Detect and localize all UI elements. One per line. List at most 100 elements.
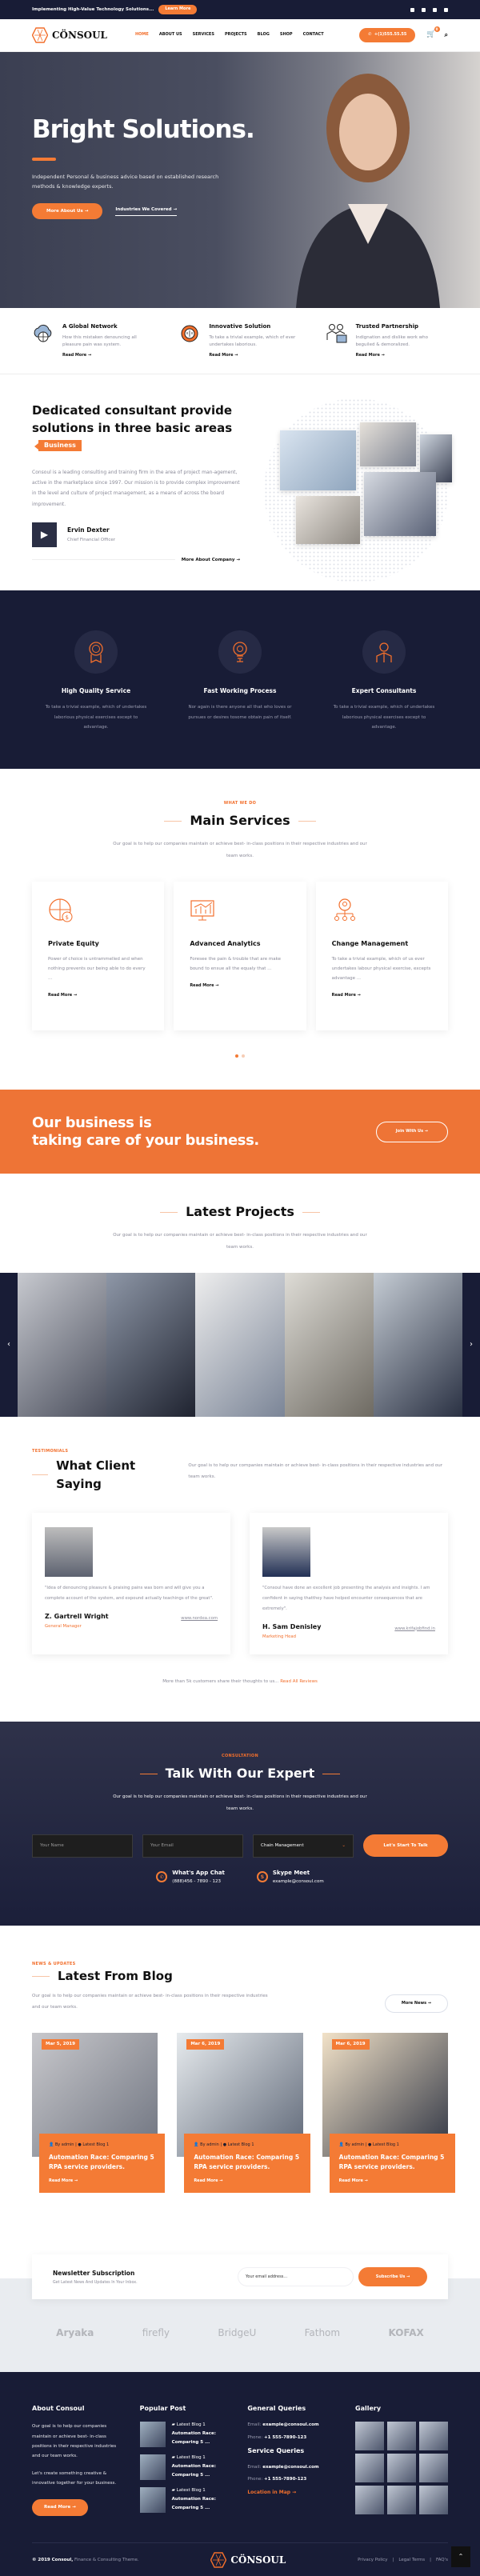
- footer-read-more-button[interactable]: Read More →: [32, 2499, 88, 2516]
- email-input[interactable]: Your Email: [142, 1834, 243, 1858]
- facebook-icon[interactable]: [410, 7, 414, 12]
- read-more-link[interactable]: Read More →: [190, 983, 218, 990]
- gallery-image[interactable]: [419, 2422, 449, 2451]
- read-more-link[interactable]: Read More →: [194, 2178, 222, 2185]
- footer-popular-posts: Popular Post ▰ Latest Blog 1 Automation R…: [139, 2404, 232, 2520]
- project-image[interactable]: [195, 1272, 285, 1417]
- carousel-next-button[interactable]: ›: [462, 1273, 480, 1417]
- pagination-dot[interactable]: [242, 1054, 245, 1058]
- skype-icon: S: [256, 1871, 268, 1883]
- service-card: $ Private Equity Power of choice is untra…: [32, 882, 164, 1030]
- gear-circuit-icon: [181, 325, 198, 342]
- name-input[interactable]: Your Name: [32, 1834, 133, 1858]
- play-video-button[interactable]: ▶: [32, 522, 57, 547]
- gallery-image[interactable]: [355, 2486, 385, 2515]
- legal-terms-link[interactable]: Legal Terms: [398, 2557, 425, 2563]
- skype-icon[interactable]: [433, 7, 437, 12]
- linkedin-icon[interactable]: [444, 7, 448, 12]
- blog-title[interactable]: Automation Race: Comparing 5 RPA service…: [49, 2153, 155, 2172]
- project-image[interactable]: [373, 1272, 463, 1417]
- general-phone[interactable]: +1 555-7890-123: [264, 2435, 306, 2440]
- blog-title[interactable]: Automation Race: Comparing 5 RPA service…: [339, 2153, 446, 2172]
- newsletter-area: Newsletter Subscription Get Latest News A…: [0, 2245, 480, 2373]
- cart-icon[interactable]: 🛒 0: [426, 26, 440, 41]
- blog-card[interactable]: Mar 5, 2019 👤 By admin | ● Latest Blog 1…: [32, 2033, 166, 2213]
- popular-post[interactable]: ▰ Latest Blog 1 Automation Race: Comparin…: [139, 2487, 232, 2514]
- gallery-image[interactable]: [419, 2486, 449, 2515]
- blog-card[interactable]: Mar 6, 2019 👤 By admin | ● Latest Blog 1…: [322, 2033, 455, 2213]
- pie-chart-dollar-icon: $: [49, 898, 73, 922]
- join-with-us-button[interactable]: Join With Us →: [375, 1122, 448, 1142]
- pagination-dot[interactable]: [235, 1054, 238, 1058]
- search-icon[interactable]: ⌕: [445, 30, 448, 40]
- nav-contact[interactable]: CONTACT: [303, 32, 324, 38]
- nav-home[interactable]: HOME: [135, 32, 149, 38]
- client-website-link[interactable]: www.krifajobfind.in: [394, 1626, 435, 1633]
- gallery-image[interactable]: [387, 2422, 417, 2451]
- service-title: Private Equity: [48, 939, 99, 947]
- newsletter-email-input[interactable]: Your email address...: [238, 2267, 354, 2287]
- popular-post[interactable]: ▰ Latest Blog 1 Automation Race: Comparin…: [139, 2454, 232, 2481]
- gallery-image[interactable]: [419, 2454, 449, 2483]
- popular-post[interactable]: ▰ Latest Blog 1 Automation Race: Comparin…: [139, 2422, 232, 2448]
- newsletter-subtitle: Get Latest News And Updates In Your Inbo…: [53, 2280, 138, 2285]
- read-more-link[interactable]: Read More →: [48, 993, 77, 999]
- footer-logo[interactable]: CÖNSOUL: [210, 2552, 286, 2568]
- collage-image: [296, 495, 360, 544]
- gallery-image[interactable]: [387, 2486, 417, 2515]
- read-all-reviews-link[interactable]: Read All Reviews: [280, 1679, 318, 1684]
- title-line: [298, 820, 316, 822]
- blog-title[interactable]: Automation Race: Comparing 5 RPA service…: [194, 2153, 300, 2172]
- general-email[interactable]: example@consoul.com: [262, 2422, 318, 2427]
- phone-button[interactable]: ✆ +(1)555.55.55: [359, 28, 416, 42]
- project-image[interactable]: [284, 1272, 374, 1417]
- more-about-company-link[interactable]: More About Company →: [182, 557, 240, 563]
- twitter-icon[interactable]: [422, 7, 426, 12]
- gallery-image[interactable]: [387, 2454, 417, 2483]
- whatsapp-contact[interactable]: ✆ What's App Chat (888)456 - 7890 - 123: [156, 1869, 225, 1886]
- partner-logo-firefly: firefly: [142, 2327, 170, 2339]
- start-talk-button[interactable]: Let's Start To Talk: [363, 1834, 448, 1857]
- location-map-link[interactable]: Location in Map →: [247, 2490, 296, 2495]
- industries-link[interactable]: Industries We Covered →: [115, 206, 178, 216]
- read-more-link[interactable]: Read More →: [209, 353, 238, 359]
- service-phone[interactable]: +1 555-7890-123: [264, 2477, 306, 2482]
- partner-logo-bridgeu: BridgeU: [218, 2327, 257, 2339]
- read-more-link[interactable]: Read More →: [332, 993, 361, 999]
- analytics-monitor-icon: [190, 900, 214, 921]
- read-more-link[interactable]: Read More →: [339, 2178, 368, 2185]
- privacy-policy-link[interactable]: Privacy Policy: [358, 2557, 387, 2563]
- read-more-link[interactable]: Read More →: [356, 353, 385, 359]
- divider: [32, 559, 175, 561]
- subscribe-button[interactable]: Subscribe Us →: [358, 2267, 427, 2287]
- gallery-image[interactable]: [355, 2422, 385, 2451]
- project-image[interactable]: [18, 1272, 107, 1417]
- highlight-desc: To take a trivial example, which of unde…: [45, 705, 147, 730]
- service-select[interactable]: Chain Management ⌄: [253, 1834, 354, 1858]
- project-image[interactable]: [106, 1272, 196, 1417]
- logo[interactable]: CÖNSOUL: [32, 27, 107, 43]
- service-card: Change Management To take a trivial examp…: [316, 882, 448, 1030]
- read-more-link[interactable]: Read More →: [49, 2178, 78, 2185]
- faq-link[interactable]: FAQ's: [436, 2557, 448, 2563]
- nav-services[interactable]: SERVICES: [193, 32, 214, 38]
- more-about-us-button[interactable]: More About Us →: [32, 202, 103, 220]
- general-queries-title: General Queries: [247, 2405, 306, 2413]
- read-more-link[interactable]: Read More →: [62, 353, 91, 359]
- nav-blog[interactable]: BLOG: [258, 32, 270, 38]
- blog-card[interactable]: Mar 6, 2019 👤 By admin | ● Latest Blog 1…: [177, 2033, 310, 2213]
- gallery-image[interactable]: [355, 2454, 385, 2483]
- nav-about[interactable]: ABOUT US: [159, 32, 182, 38]
- consultant-icon: [376, 642, 392, 662]
- client-website-link[interactable]: www.nordea.com: [181, 1616, 218, 1622]
- more-news-button[interactable]: More News →: [384, 1994, 448, 2014]
- nav-projects[interactable]: PROJECTS: [225, 32, 247, 38]
- service-email[interactable]: example@consoul.com: [262, 2465, 318, 2470]
- learn-more-button[interactable]: Learn More: [158, 5, 198, 14]
- whatsapp-number: (888)456 - 7890 - 123: [172, 1879, 222, 1885]
- skype-contact[interactable]: S Skype Meet example@consoul.com: [256, 1869, 324, 1886]
- nav-shop[interactable]: SHOP: [280, 32, 293, 38]
- blog-date: Mar 6, 2019: [186, 2039, 225, 2050]
- carousel-prev-button[interactable]: ‹: [0, 1273, 18, 1417]
- scroll-to-top-button[interactable]: ⌃: [451, 2546, 470, 2568]
